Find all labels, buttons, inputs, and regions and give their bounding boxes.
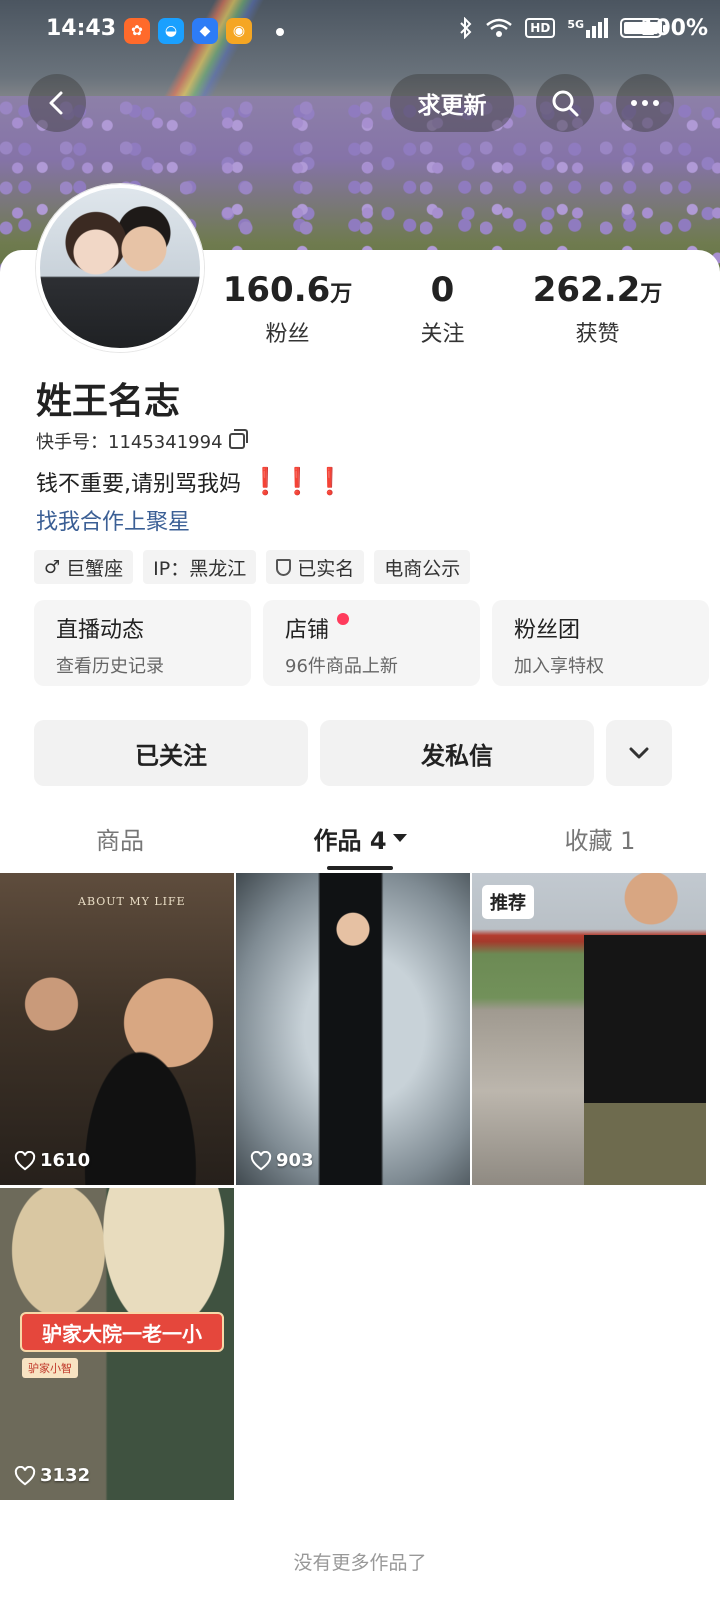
likes-count: 903 xyxy=(276,1150,314,1171)
hd-badge: HD xyxy=(525,18,556,38)
tag-label: IP：黑龙江 xyxy=(153,557,247,580)
message-button[interactable]: 发私信 xyxy=(320,720,594,786)
tab-label: 作品 4 xyxy=(313,826,387,855)
status-time: 14:43 xyxy=(46,16,117,41)
stat-following[interactable]: 0 关注 xyxy=(365,270,520,348)
more-options-button[interactable] xyxy=(616,74,674,132)
feature-live-history[interactable]: 直播动态 查看历史记录 xyxy=(34,600,251,686)
request-update-button[interactable]: 求更新 xyxy=(390,74,514,132)
feature-title: 店铺 xyxy=(285,618,330,643)
tag-label: 已实名 xyxy=(297,557,355,580)
tag-ecommerce[interactable]: 电商公示 xyxy=(374,550,471,584)
stat-likes[interactable]: 262.2万 获赞 xyxy=(520,270,675,348)
bio-text: 钱不重要,请别骂我妈 xyxy=(36,472,241,497)
tab-label: 收藏 1 xyxy=(564,826,636,855)
tab-label: 商品 xyxy=(96,826,144,855)
feature-subtitle: 96件商品上新 xyxy=(285,656,398,677)
chevron-down-icon xyxy=(629,747,649,759)
back-button[interactable] xyxy=(28,74,86,132)
caret-down-icon xyxy=(392,834,407,842)
profile-name: 姓王名志 xyxy=(36,381,181,422)
heart-icon xyxy=(250,1150,272,1170)
tag-ip: IP：黑龙江 xyxy=(143,550,257,584)
kuaishou-id: 快手号：1145341994 xyxy=(36,432,223,453)
feature-shop[interactable]: 店铺 96件商品上新 xyxy=(263,600,480,686)
search-button[interactable] xyxy=(536,74,594,132)
stat-value: 0 xyxy=(430,270,455,310)
more-actions-button[interactable] xyxy=(606,720,672,786)
video-tile[interactable]: 推荐 xyxy=(472,873,706,1185)
feature-title: 粉丝团 xyxy=(514,618,581,643)
signal-label: 5G xyxy=(567,18,584,31)
tab-favorites[interactable]: 收藏 1 xyxy=(480,808,720,868)
video-likes: 3132 xyxy=(14,1465,90,1486)
collab-link[interactable]: 找我合作上聚星 xyxy=(36,504,190,536)
no-more-works: 没有更多作品了 xyxy=(293,1552,427,1574)
heart-icon xyxy=(14,1465,36,1485)
feature-title: 直播动态 xyxy=(56,618,145,643)
wifi-icon xyxy=(486,18,513,37)
tag-zodiac: ♂ 巨蟹座 xyxy=(34,550,134,584)
feature-subtitle: 加入享特权 xyxy=(514,656,604,677)
tag-verified[interactable]: 已实名 xyxy=(266,550,365,584)
video-tag: 驴家小智 xyxy=(22,1358,78,1378)
followed-button[interactable]: 已关注 xyxy=(34,720,308,786)
feature-fan-club[interactable]: 粉丝团 加入享特权 xyxy=(492,600,709,686)
video-thumbnail-figure xyxy=(584,873,706,1185)
feature-cards: 直播动态 查看历史记录 店铺 96件商品上新 粉丝团 加入享特权 xyxy=(34,600,709,686)
signal-icon: 5G xyxy=(567,18,608,38)
likes-count: 3132 xyxy=(40,1465,91,1486)
notification-app-icons: ✿ ◒ ◆ ◉ xyxy=(124,18,252,44)
status-dot xyxy=(276,28,284,36)
video-likes: 1610 xyxy=(14,1150,90,1171)
stat-label: 粉丝 xyxy=(265,322,310,347)
feature-subtitle: 查看历史记录 xyxy=(56,656,164,677)
content-tabs: 商品 作品 4 收藏 1 xyxy=(0,808,720,868)
video-tile[interactable]: 903 xyxy=(236,873,470,1185)
more-dot-icon xyxy=(631,100,637,106)
app-notification-icon: ◆ xyxy=(192,18,218,44)
back-arrow-icon xyxy=(49,91,63,115)
profile-actions: 已关注 发私信 xyxy=(34,720,672,786)
shield-icon xyxy=(276,558,292,576)
top-nav: 求更新 xyxy=(0,74,720,134)
more-dot-icon xyxy=(653,100,659,106)
status-bar: 14:43 ✿ ◒ ◆ ◉ HD 5G 100% xyxy=(0,0,720,64)
stat-label: 获赞 xyxy=(575,322,620,347)
exclamation-icon: ❗❗❗ xyxy=(249,467,347,497)
stat-followers[interactable]: 160.6万 粉丝 xyxy=(210,270,365,348)
video-tile[interactable]: ABOUT MY LIFE 1610 xyxy=(0,873,234,1185)
tag-label: 电商公示 xyxy=(384,557,461,580)
likes-count: 1610 xyxy=(40,1150,91,1171)
stat-value: 262.2万 xyxy=(532,270,663,310)
app-notification-icon: ◒ xyxy=(158,18,184,44)
search-icon xyxy=(552,90,579,117)
video-caption: 驴家大院一老一小 xyxy=(20,1312,224,1352)
new-dot-badge xyxy=(337,613,349,625)
bluetooth-icon xyxy=(460,17,472,39)
video-likes: 903 xyxy=(250,1150,314,1171)
stat-value: 160.6万 xyxy=(222,270,353,310)
tab-works[interactable]: 作品 4 xyxy=(240,808,480,868)
recommended-badge: 推荐 xyxy=(482,885,534,919)
profile-tags: ♂ 巨蟹座 IP：黑龙江 已实名 电商公示 xyxy=(34,550,471,584)
app-notification-icon: ✿ xyxy=(124,18,150,44)
male-icon: ♂ xyxy=(44,556,61,578)
avatar[interactable] xyxy=(36,184,204,352)
copy-icon[interactable] xyxy=(228,429,248,449)
tab-goods[interactable]: 商品 xyxy=(0,808,240,868)
video-overlay-text: ABOUT MY LIFE xyxy=(78,895,186,908)
battery-percent: 100% xyxy=(640,16,708,41)
kuaishou-id-row[interactable]: 快手号：1145341994 xyxy=(36,428,248,454)
stat-label: 关注 xyxy=(420,322,465,347)
profile-stats: 160.6万 粉丝 0 关注 262.2万 获赞 xyxy=(210,270,690,348)
tag-label: 巨蟹座 xyxy=(66,557,124,580)
more-dot-icon xyxy=(642,100,648,106)
heart-icon xyxy=(14,1150,36,1170)
profile-bio: 钱不重要,请别骂我妈 ❗❗❗ xyxy=(36,466,346,498)
video-tile[interactable]: 驴家大院一老一小 驴家小智 3132 xyxy=(0,1188,234,1500)
status-indicators: HD 5G xyxy=(459,17,666,39)
weibo-icon: ◉ xyxy=(226,18,252,44)
